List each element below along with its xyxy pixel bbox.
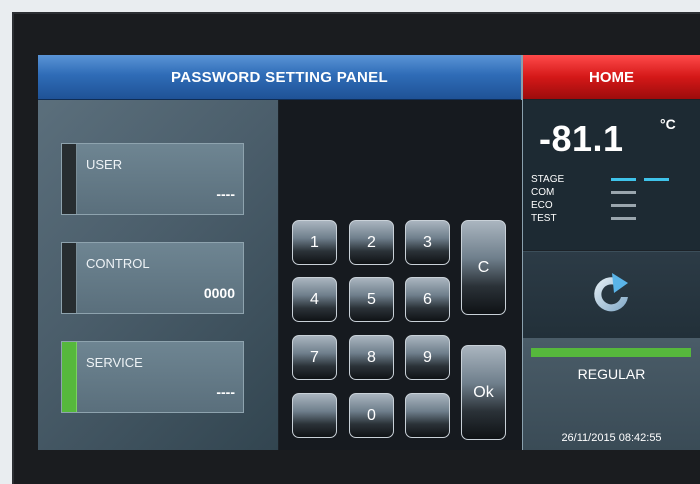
password-fields-panel: USER ---- CONTROL 0000 SERVICE ---- [38, 100, 278, 450]
key-blank-right[interactable] [405, 393, 450, 438]
test-indicator [611, 217, 636, 220]
mode-panel: REGULAR 26/11/2015 08:42:55 [523, 338, 700, 450]
key-blank-left[interactable] [292, 393, 337, 438]
mode-label: REGULAR [577, 366, 646, 382]
temperature-readout: -81.1 [539, 118, 624, 159]
mode-progress-bar [531, 348, 691, 357]
com-indicator [611, 191, 636, 194]
user-password-field[interactable]: USER ---- [61, 143, 244, 215]
ok-button[interactable]: Ok [461, 345, 506, 440]
home-button[interactable]: HOME [523, 55, 700, 99]
key-4[interactable]: 4 [292, 277, 337, 322]
control-status-strip [62, 243, 77, 313]
service-value: ---- [216, 384, 235, 400]
user-value: ---- [216, 186, 235, 202]
key-6[interactable]: 6 [405, 277, 450, 322]
key-0[interactable]: 0 [349, 393, 394, 438]
key-3[interactable]: 3 [405, 220, 450, 265]
key-8[interactable]: 8 [349, 335, 394, 380]
refresh-panel [523, 251, 700, 338]
service-status-strip [62, 342, 77, 412]
control-value: 0000 [203, 285, 235, 301]
user-status-strip [62, 144, 77, 214]
clear-button[interactable]: C [461, 220, 506, 315]
numeric-keypad: 1 2 3 C 4 5 6 7 8 9 Ok 0 [279, 100, 522, 450]
touch-screen: PASSWORD SETTING PANEL HOME USER ---- CO… [38, 55, 700, 450]
stage-indicator-1 [611, 178, 636, 181]
refresh-icon[interactable] [588, 271, 636, 319]
key-1[interactable]: 1 [292, 220, 337, 265]
status-panel: -81.1 °C STAGE COM ECO TEST [523, 100, 700, 250]
stage-label: STAGE [531, 174, 565, 185]
key-9[interactable]: 9 [405, 335, 450, 380]
key-2[interactable]: 2 [349, 220, 394, 265]
control-label: CONTROL [86, 256, 150, 271]
key-7[interactable]: 7 [292, 335, 337, 380]
key-5[interactable]: 5 [349, 277, 394, 322]
service-password-field[interactable]: SERVICE ---- [61, 341, 244, 413]
test-label: TEST [531, 213, 557, 224]
service-label: SERVICE [86, 355, 143, 370]
user-label: USER [86, 157, 123, 172]
eco-indicator [611, 204, 636, 207]
eco-label: ECO [531, 200, 553, 211]
temperature-unit: °C [660, 116, 676, 132]
stage-indicator-2 [644, 178, 669, 181]
com-label: COM [531, 187, 555, 198]
control-password-field[interactable]: CONTROL 0000 [61, 242, 244, 314]
page-title: PASSWORD SETTING PANEL [38, 55, 521, 100]
datetime-label: 26/11/2015 08:42:55 [561, 432, 662, 444]
